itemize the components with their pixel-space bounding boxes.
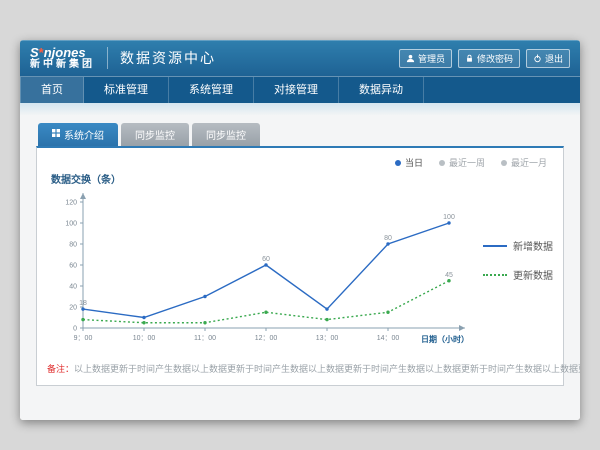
filter-dot-icon <box>439 160 445 166</box>
svg-text:45: 45 <box>445 272 453 279</box>
line-chart: 0 20 40 60 80 100 120 9：00 10：00 11：00 12：00 13：00 1… <box>47 188 479 358</box>
main-content: 系统介绍 同步监控 同步监控 当日 最近一周 最近一月 <box>20 115 580 420</box>
tab-sync-monitor-1[interactable]: 同步监控 <box>121 123 189 146</box>
solid-line-icon <box>483 245 507 247</box>
filter-last-month[interactable]: 最近一月 <box>501 156 547 169</box>
filter-last-week-label: 最近一周 <box>449 156 485 169</box>
change-password-button[interactable]: 修改密码 <box>458 49 520 68</box>
svg-text:60: 60 <box>262 256 270 263</box>
main-nav: 首页 标准管理 系统管理 对接管理 数据异动 <box>20 76 580 103</box>
admin-user-button[interactable]: 管理员 <box>399 49 452 68</box>
footnote-text: 以上数据更新于时间产生数据以上数据更新于时间产生数据以上数据更新于时间产生数据以… <box>74 364 580 374</box>
svg-text:日期（小时）: 日期（小时） <box>421 334 469 344</box>
app-window: S*njones 新中新集团 数据资源中心 管理员 修改密码 退出 首页 标准管… <box>20 40 580 420</box>
legend-item-updated-data[interactable]: 更新数据 <box>483 267 553 282</box>
y-axis-title: 数据交换（条） <box>51 171 553 186</box>
company-name: 新中新集团 <box>30 60 95 71</box>
tab-system-intro[interactable]: 系统介绍 <box>38 123 118 146</box>
svg-text:100: 100 <box>65 221 77 228</box>
svg-text:11：00: 11：00 <box>194 335 216 342</box>
logout-label: 退出 <box>545 52 563 65</box>
legend-new-data-label: 新增数据 <box>513 238 553 253</box>
logout-button[interactable]: 退出 <box>526 49 570 68</box>
nav-item-system-mgmt[interactable]: 系统管理 <box>169 77 254 103</box>
svg-text:80: 80 <box>69 242 77 249</box>
svg-text:120: 120 <box>65 200 77 207</box>
dotted-line-icon <box>483 274 507 276</box>
filter-today[interactable]: 当日 <box>395 156 423 169</box>
svg-text:80: 80 <box>384 235 392 242</box>
header-divider <box>107 47 108 69</box>
svg-text:14：00: 14：00 <box>377 335 400 342</box>
legend-item-new-data[interactable]: 新增数据 <box>483 238 553 253</box>
filter-dot-icon <box>501 160 507 166</box>
svg-text:100: 100 <box>443 214 455 221</box>
brand-prefix: S <box>30 45 39 60</box>
filter-last-month-label: 最近一月 <box>511 156 547 169</box>
brand-text: S*njones <box>30 46 95 60</box>
chart-area: 0 20 40 60 80 100 120 9：00 10：00 11：00 12：00 13：00 1… <box>47 186 553 360</box>
app-title: 数据资源中心 <box>120 48 216 68</box>
legend-updated-data-label: 更新数据 <box>513 267 553 282</box>
svg-text:10：00: 10：00 <box>133 335 156 342</box>
filter-dot-icon <box>395 160 401 166</box>
svg-text:13：00: 13：00 <box>316 335 339 342</box>
svg-text:18: 18 <box>79 300 87 307</box>
tab-sync-monitor-2[interactable]: 同步监控 <box>192 123 260 146</box>
svg-text:20: 20 <box>69 305 77 312</box>
svg-text:12：00: 12：00 <box>255 335 278 342</box>
lock-icon <box>465 54 474 63</box>
admin-user-label: 管理员 <box>418 52 445 65</box>
user-icon <box>406 54 415 63</box>
nav-item-integration-mgmt[interactable]: 对接管理 <box>254 77 339 103</box>
filter-today-label: 当日 <box>405 156 423 169</box>
change-password-label: 修改密码 <box>477 52 513 65</box>
footnote: 备注：以上数据更新于时间产生数据以上数据更新于时间产生数据以上数据更新于时间产生… <box>47 362 553 375</box>
series-legend: 新增数据 更新数据 <box>483 238 553 282</box>
tab-bar: 系统介绍 同步监控 同步监控 <box>38 123 564 146</box>
svg-text:40: 40 <box>69 284 77 291</box>
chart-panel: 当日 最近一周 最近一月 数据交换（条） 0 20 40 60 80 100 120 9：00… <box>36 146 564 386</box>
svg-text:60: 60 <box>69 263 77 270</box>
brand-suffix: njones <box>44 45 86 60</box>
svg-text:9：00: 9：00 <box>74 335 93 342</box>
filter-last-week[interactable]: 最近一周 <box>439 156 485 169</box>
nav-item-data-change[interactable]: 数据异动 <box>339 77 424 103</box>
svg-text:0: 0 <box>73 326 77 333</box>
logo: S*njones 新中新集团 <box>30 46 95 70</box>
top-header: S*njones 新中新集团 数据资源中心 管理员 修改密码 退出 <box>20 40 580 76</box>
power-icon <box>533 54 542 63</box>
nav-item-standard-mgmt[interactable]: 标准管理 <box>84 77 169 103</box>
header-gradient-strip <box>20 103 580 115</box>
grid-icon <box>52 129 60 140</box>
nav-item-home[interactable]: 首页 <box>20 77 84 103</box>
footnote-prefix: 备注： <box>47 364 74 374</box>
tab-system-intro-label: 系统介绍 <box>64 127 104 142</box>
time-range-filters: 当日 最近一周 最近一月 <box>47 156 547 169</box>
